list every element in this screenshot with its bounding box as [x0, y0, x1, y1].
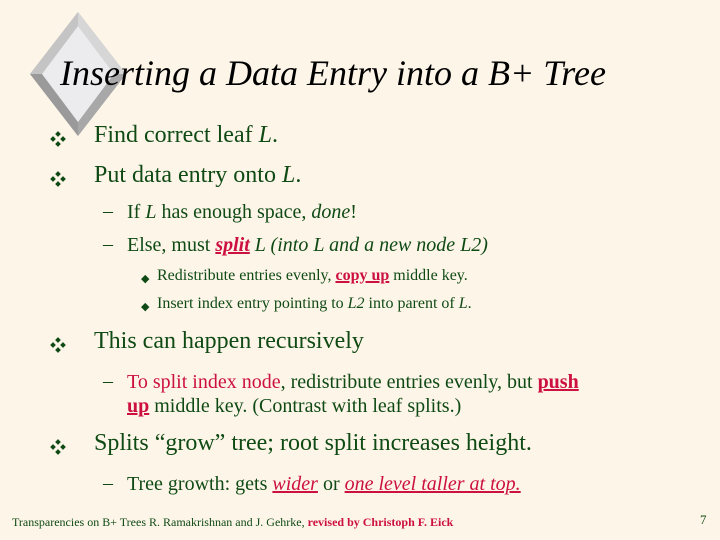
diamond-bullet-icon: [50, 337, 66, 353]
wider-link[interactable]: wider: [272, 473, 318, 495]
push-up-link-cont[interactable]: up: [127, 395, 149, 417]
text: .: [467, 295, 472, 312]
l2-symbol: L2: [347, 295, 365, 312]
text: has enough space,: [156, 201, 312, 223]
text: Else, must: [127, 234, 216, 256]
bullet-text-end: .: [295, 162, 302, 188]
leaf-symbol: L: [258, 122, 272, 148]
text: Tree growth: gets: [127, 473, 273, 495]
text: middle key.: [389, 267, 468, 284]
text: middle key. (Contrast with leaf splits.): [149, 395, 462, 417]
text: !: [350, 201, 357, 223]
bullet-text: Find correct leaf: [94, 122, 259, 148]
text: Insert index entry pointing to: [157, 295, 348, 312]
slide-footer: Transparencies on B+ Trees R. Ramakrishn…: [12, 515, 453, 530]
dash-bullet: –: [103, 233, 113, 255]
text: Redistribute entries evenly,: [157, 267, 336, 284]
bullet-text-end: .: [271, 122, 278, 148]
split-index-node-text: To split index node: [127, 371, 281, 393]
text: , redistribute entries evenly, but: [280, 371, 538, 393]
slide-title: Inserting a Data Entry into a B+ Tree: [60, 53, 606, 93]
copy-up-link[interactable]: copy up: [335, 267, 389, 284]
diamond-bullet-icon: ◆: [141, 301, 150, 313]
footer-revised-by: revised by Christoph F. Eick: [307, 515, 454, 529]
dash-bullet: –: [103, 200, 113, 222]
split-detail: L (into L and a new node L2): [249, 234, 488, 256]
bullet-text: This can happen recursively: [94, 328, 364, 354]
diamond-bullet-icon: [50, 131, 66, 147]
leaf-symbol: L: [145, 201, 157, 223]
bullet-text: Splits “grow” tree; root split increases…: [94, 430, 532, 456]
text: into parent of: [364, 295, 459, 312]
split-link[interactable]: split: [215, 234, 249, 256]
bullet-text: Put data entry onto: [94, 162, 282, 188]
diamond-bullet-icon: [50, 171, 66, 187]
dash-bullet: –: [103, 370, 113, 392]
diamond-bullet-icon: ◆: [141, 273, 150, 285]
leaf-symbol: L: [281, 162, 296, 188]
diamond-bullet-icon: [50, 439, 66, 455]
page-number: 7: [700, 512, 707, 527]
leaf-symbol: L: [458, 295, 468, 312]
done-text: done: [311, 201, 351, 223]
taller-link[interactable]: one level taller at top.: [345, 473, 521, 495]
footer-authors: Transparencies on B+ Trees R. Ramakrishn…: [12, 515, 308, 529]
text: If: [127, 201, 146, 223]
push-up-link[interactable]: push: [538, 371, 579, 393]
text: or: [317, 473, 345, 495]
dash-bullet: –: [103, 472, 113, 494]
